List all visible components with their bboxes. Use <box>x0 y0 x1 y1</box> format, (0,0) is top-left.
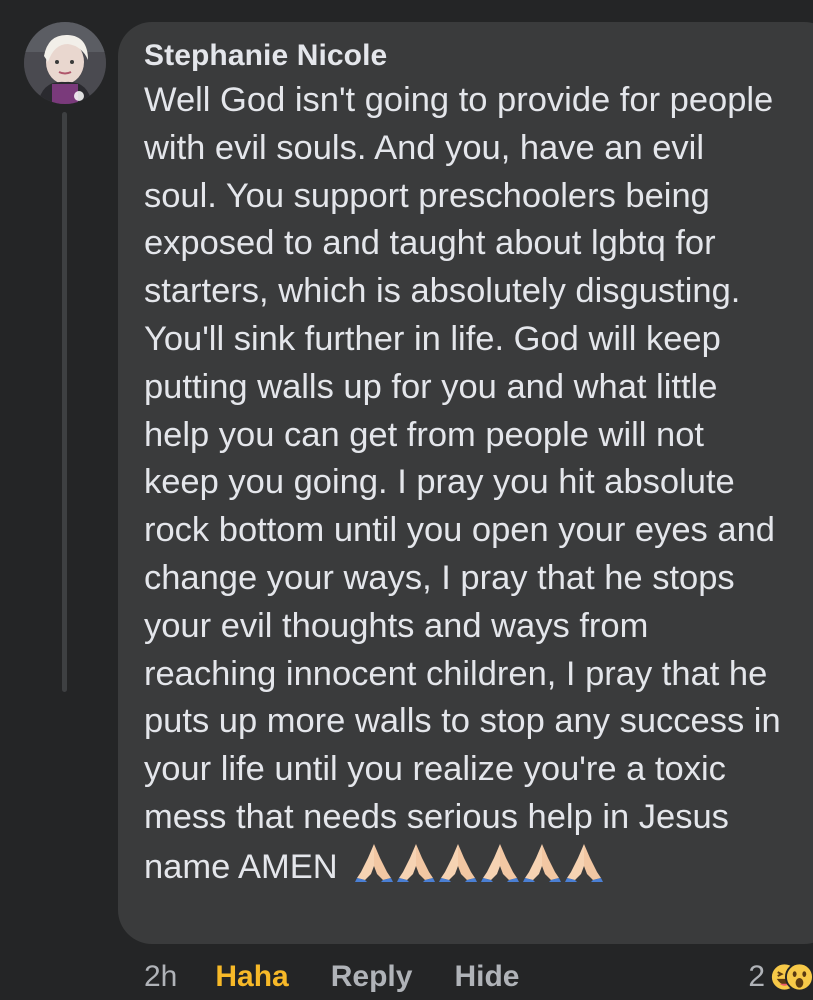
comment-bubble: Stephanie Nicole Well God isn't going to… <box>118 22 813 944</box>
hide-button[interactable]: Hide <box>454 960 519 994</box>
comment-text: Well God isn't going to provide for peop… <box>144 77 784 896</box>
wow-reaction-icon <box>784 962 813 992</box>
thread-line <box>62 112 67 692</box>
folded-hands-icon <box>523 842 562 882</box>
avatar[interactable] <box>24 22 106 104</box>
folded-hands-icon <box>355 842 394 882</box>
profile-photo <box>24 22 106 104</box>
reaction-icons <box>769 961 813 993</box>
emoji-row <box>355 842 607 896</box>
folded-hands-icon <box>481 842 520 882</box>
comment-text-content: Well God isn't going to provide for peop… <box>144 81 781 886</box>
comment-author[interactable]: Stephanie Nicole <box>144 38 812 74</box>
reaction-count: 2 <box>748 960 765 993</box>
comment-actions: 2h Haha Reply Hide <box>144 955 561 999</box>
haha-reaction-button[interactable]: Haha <box>215 960 288 994</box>
folded-hands-icon <box>439 842 478 882</box>
folded-hands-icon <box>397 842 436 882</box>
comment-timestamp[interactable]: 2h <box>144 960 177 994</box>
folded-hands-icon <box>565 842 604 882</box>
reaction-summary[interactable]: 2 <box>748 955 813 999</box>
reply-button[interactable]: Reply <box>331 960 413 994</box>
